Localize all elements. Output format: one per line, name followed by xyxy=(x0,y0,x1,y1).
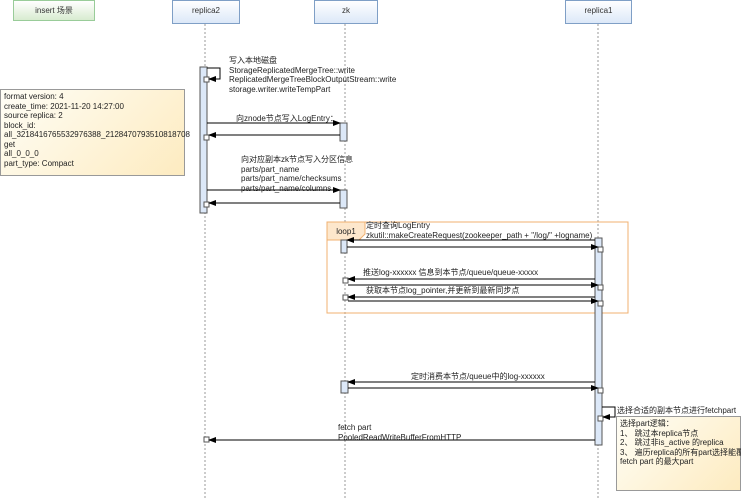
note-log-entry-format: format version: 4 create_time: 2021-11-2… xyxy=(0,89,190,176)
message-loop-query: 定时查询LogEntry zkutil::makeCreateRequest(z… xyxy=(366,221,593,240)
message-select-replica: 选择合适的副本节点进行fetchpart xyxy=(617,406,737,415)
message-log-entry: 向znode节点写入LogEntry： xyxy=(236,114,338,123)
message-log-pointer: 获取本节点log_pointer,并更新到最新同步点 xyxy=(366,286,520,295)
note-part-selection: 选择part逻辑： 1、 跳过本replica节点 2、 跳过非is_activ… xyxy=(616,416,741,491)
message-fetch-part: fetch part PooledReadWriteBufferFromHTTP xyxy=(338,423,462,442)
loop-label: loop1 xyxy=(336,227,356,236)
message-part-info: 向对应副本zk节点写入分区信息 parts/part_name parts/pa… xyxy=(241,155,353,193)
message-self-write: 写入本地磁盘 StorageReplicatedMergeTree::write… xyxy=(229,56,397,94)
message-consume: 定时消费本节点/queue中的log-xxxxxx xyxy=(411,372,545,381)
message-push-log: 推送log-xxxxxx 信息到本节点/queue/queue-xxxxx xyxy=(363,268,539,277)
